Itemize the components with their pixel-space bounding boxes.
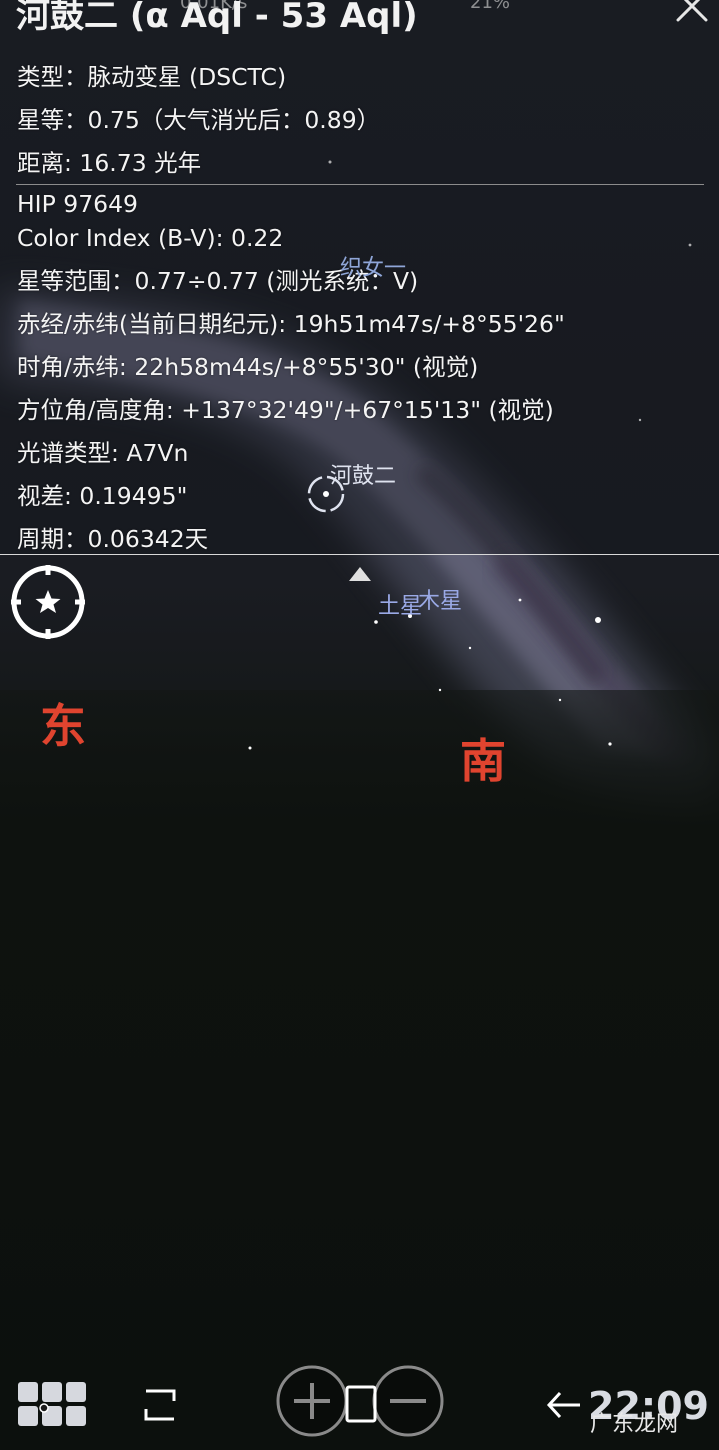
sky-label-saturn[interactable]: 土星 — [378, 588, 422, 620]
info-period: 周期：0.06342天 — [17, 525, 209, 553]
info-magnitude: 星等：0.75（大气消光后：0.89） — [17, 106, 381, 134]
target-marker-icon — [307, 475, 345, 513]
compass-star-icon[interactable] — [9, 563, 87, 641]
info-ra-dec: 赤经/赤纬(当前日期纪元): 19h51m47s/+8°55'26" — [17, 310, 565, 338]
menu-grid-icon[interactable] — [16, 1380, 90, 1428]
close-icon[interactable] — [672, 0, 712, 24]
info-parallax: 视差: 0.19495" — [17, 482, 188, 510]
cardinal-east: 东 — [40, 699, 86, 753]
watermark: 广东龙网 — [590, 1412, 679, 1437]
up-arrow-icon[interactable] — [347, 565, 373, 583]
zoom-out-icon[interactable] — [370, 1363, 446, 1439]
nav-back-icon[interactable] — [138, 1383, 182, 1427]
info-hip: HIP 97649 — [17, 190, 138, 218]
info-hour-angle: 时角/赤纬: 22h58m44s/+8°55'30" (视觉) — [17, 353, 479, 381]
nav-recent-icon[interactable] — [546, 1387, 582, 1423]
nav-home-icon[interactable] — [344, 1384, 378, 1424]
info-distance: 距离: 16.73 光年 — [17, 149, 202, 177]
cardinal-south: 南 — [460, 734, 506, 788]
info-spectral-type: 光谱类型: A7Vn — [17, 439, 189, 467]
object-title: 河鼓二 (α Aql - 53 Aql) — [16, 0, 418, 36]
sky-label-vega[interactable]: 织女一 — [340, 250, 406, 282]
info-color-index: Color Index (B-V): 0.22 — [17, 224, 284, 252]
info-divider — [16, 184, 704, 185]
info-type: 类型：脉动变星 (DSCTC) — [17, 63, 287, 91]
zoom-in-icon[interactable] — [274, 1363, 350, 1439]
info-az-alt: 方位角/高度角: +137°32'49"/+67°15'13" (视觉) — [17, 396, 554, 424]
sky-label-jupiter[interactable]: 木星 — [418, 583, 462, 615]
